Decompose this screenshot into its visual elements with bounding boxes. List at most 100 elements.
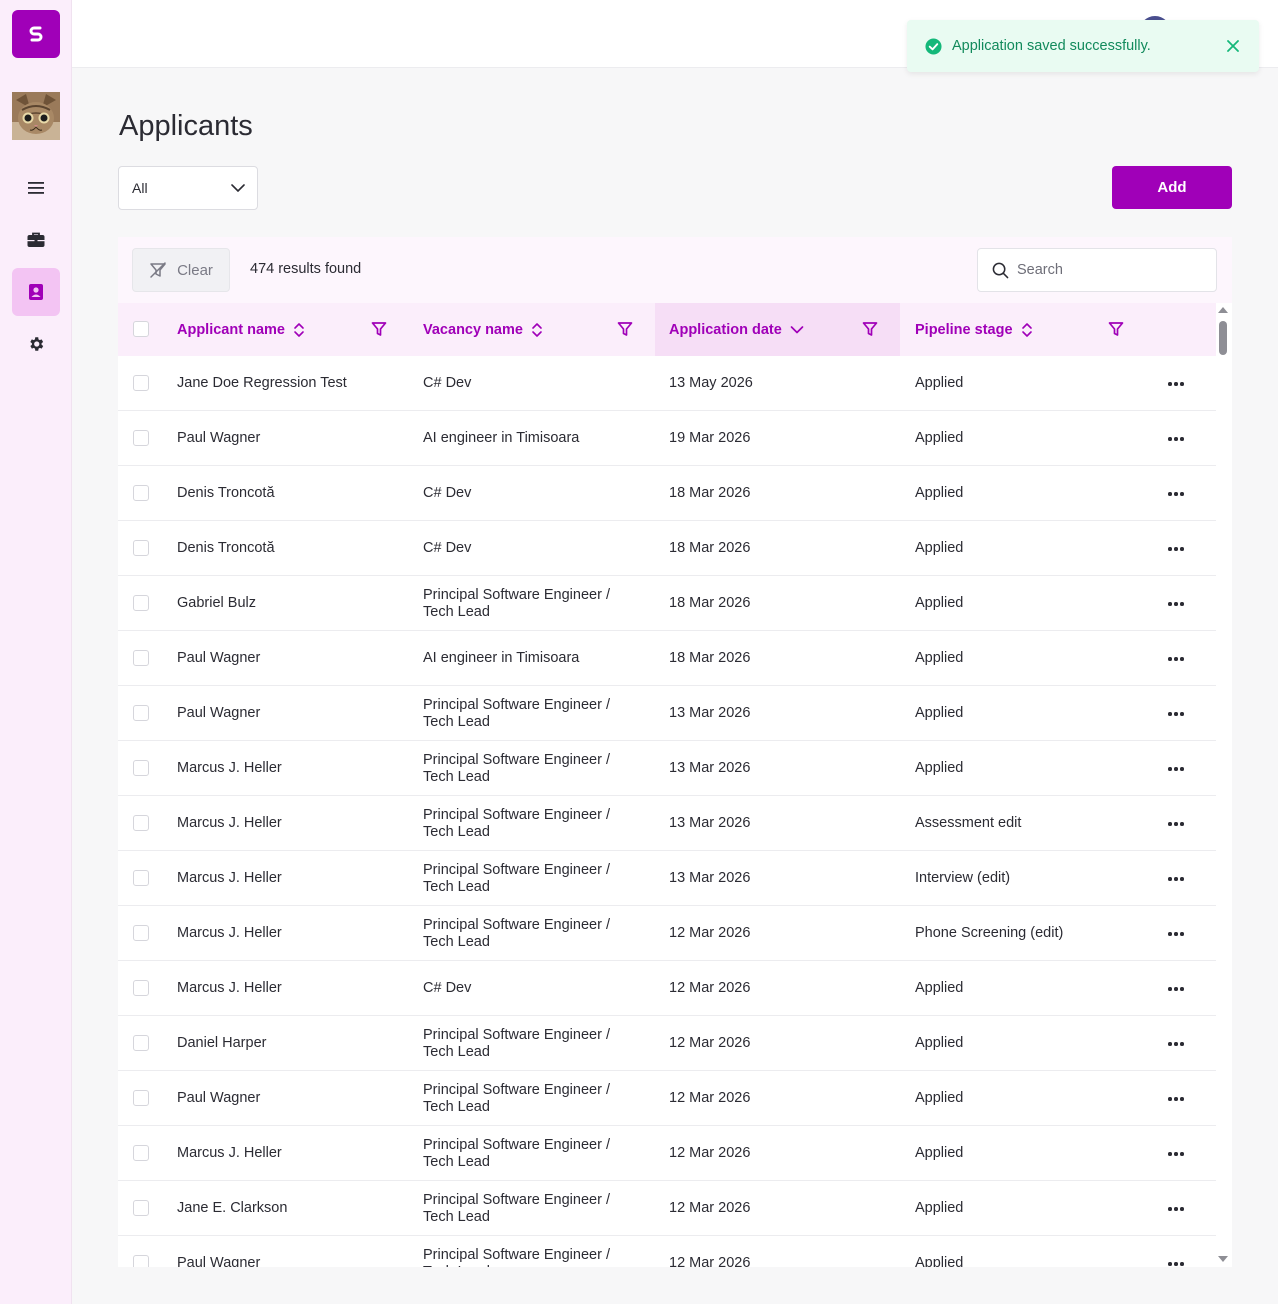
more-dot <box>1180 877 1184 881</box>
applicant-name-cell: Paul Wagner <box>177 705 261 722</box>
column-vacancy-name[interactable]: Vacancy name <box>423 303 669 356</box>
row-actions-more-icon[interactable] <box>1168 657 1184 661</box>
row-actions-more-icon[interactable] <box>1168 602 1184 606</box>
nav-vacancies[interactable] <box>12 216 60 264</box>
row-checkbox[interactable] <box>133 650 149 666</box>
table-row[interactable]: Paul Wagner AI engineer in Timisoara 18 Ma… <box>118 631 1216 686</box>
more-dot <box>1168 382 1172 386</box>
more-dot <box>1174 1097 1178 1101</box>
more-dot <box>1180 932 1184 936</box>
column-application-date[interactable]: Application date <box>655 303 900 356</box>
row-checkbox[interactable] <box>133 485 149 501</box>
row-checkbox[interactable] <box>133 1145 149 1161</box>
sort-icon[interactable] <box>531 321 543 339</box>
table-row[interactable]: Paul Wagner Principal Software Engineer /… <box>118 1236 1216 1267</box>
row-checkbox[interactable] <box>133 705 149 721</box>
table-row[interactable]: Paul Wagner Principal Software Engineer /… <box>118 1071 1216 1126</box>
row-checkbox[interactable] <box>133 595 149 611</box>
row-checkbox[interactable] <box>133 1035 149 1051</box>
row-actions-more-icon[interactable] <box>1168 987 1184 991</box>
vacancy-line: C# Dev <box>423 375 472 392</box>
row-actions-more-icon[interactable] <box>1168 437 1184 441</box>
sort-desc-icon[interactable] <box>790 325 804 335</box>
toast-close-button[interactable] <box>1225 38 1241 54</box>
row-actions-more-icon[interactable] <box>1168 767 1184 771</box>
sort-icon[interactable] <box>1021 321 1033 339</box>
app-logo[interactable] <box>12 10 60 58</box>
table-row[interactable]: Marcus J. Heller C# Dev 12 Mar 2026 Applied <box>118 961 1216 1016</box>
search-box[interactable] <box>977 248 1217 292</box>
row-actions-more-icon[interactable] <box>1168 822 1184 826</box>
row-checkbox[interactable] <box>133 760 149 776</box>
table-row[interactable]: Marcus J. Heller Principal Software Engin… <box>118 1126 1216 1181</box>
row-actions-more-icon[interactable] <box>1168 932 1184 936</box>
row-checkbox[interactable] <box>133 430 149 446</box>
sort-icon[interactable] <box>293 321 305 339</box>
row-actions-more-icon[interactable] <box>1168 1207 1184 1211</box>
user-avatar[interactable] <box>12 92 60 140</box>
more-dot <box>1180 437 1184 441</box>
filter-icon[interactable] <box>862 321 878 337</box>
row-checkbox[interactable] <box>133 375 149 391</box>
row-checkbox[interactable] <box>133 870 149 886</box>
table-row[interactable]: Marcus J. Heller Principal Software Engin… <box>118 851 1216 906</box>
table-row[interactable]: Jane E. Clarkson Principal Software Engin… <box>118 1181 1216 1236</box>
nav-applicants[interactable] <box>12 268 60 316</box>
row-checkbox[interactable] <box>133 980 149 996</box>
scroll-down-arrow-icon[interactable] <box>1217 1254 1229 1264</box>
table-row[interactable]: Paul Wagner AI engineer in Timisoara 19 Ma… <box>118 411 1216 466</box>
applicant-name-cell: Paul Wagner <box>177 650 261 667</box>
row-actions-more-icon[interactable] <box>1168 877 1184 881</box>
more-dot <box>1180 547 1184 551</box>
more-dot <box>1180 987 1184 991</box>
more-dot <box>1168 767 1172 771</box>
row-checkbox[interactable] <box>133 1090 149 1106</box>
row-actions-more-icon[interactable] <box>1168 382 1184 386</box>
more-dot <box>1174 822 1178 826</box>
row-actions-more-icon[interactable] <box>1168 712 1184 716</box>
nav-menu[interactable] <box>12 164 60 212</box>
search-input[interactable] <box>1017 262 1197 278</box>
row-checkbox[interactable] <box>133 815 149 831</box>
column-applicant-name[interactable]: Applicant name <box>177 303 423 356</box>
scrollbar-thumb[interactable] <box>1219 321 1227 355</box>
row-actions-more-icon[interactable] <box>1168 547 1184 551</box>
vacancy-line: Principal Software Engineer / <box>423 917 610 933</box>
row-checkbox[interactable] <box>133 1255 149 1267</box>
filter-icon[interactable] <box>1108 321 1124 337</box>
table-row[interactable]: Marcus J. Heller Principal Software Engin… <box>118 906 1216 961</box>
select-all-checkbox[interactable] <box>133 321 149 337</box>
pipeline-stage-cell: Phone Screening (edit) <box>915 925 1064 942</box>
row-actions-more-icon[interactable] <box>1168 1152 1184 1156</box>
vacancy-name-cell: Principal Software Engineer /Tech Lead <box>423 576 653 631</box>
filter-icon[interactable] <box>371 321 387 337</box>
row-actions-more-icon[interactable] <box>1168 1262 1184 1266</box>
row-actions-more-icon[interactable] <box>1168 1042 1184 1046</box>
applicant-name-cell: Marcus J. Heller <box>177 870 282 887</box>
vacancy-line: C# Dev <box>423 980 472 997</box>
row-checkbox[interactable] <box>133 925 149 941</box>
more-dot <box>1174 1152 1178 1156</box>
scroll-up-arrow-icon[interactable] <box>1217 305 1229 315</box>
table-row[interactable]: Daniel Harper Principal Software Engineer… <box>118 1016 1216 1071</box>
table-row[interactable]: Marcus J. Heller Principal Software Engin… <box>118 741 1216 796</box>
table-row[interactable]: Denis Troncotă C# Dev 18 Mar 2026 Applied <box>118 521 1216 576</box>
row-actions-more-icon[interactable] <box>1168 492 1184 496</box>
row-actions-more-icon[interactable] <box>1168 1097 1184 1101</box>
row-checkbox[interactable] <box>133 1200 149 1216</box>
table-row[interactable]: Denis Troncotă C# Dev 18 Mar 2026 Applied <box>118 466 1216 521</box>
pipeline-stage-cell: Applied <box>915 1090 964 1107</box>
table-row[interactable]: Jane Doe Regression Test C# Dev 13 May 202… <box>118 356 1216 411</box>
table-row[interactable]: Paul Wagner Principal Software Engineer /… <box>118 686 1216 741</box>
status-filter-select[interactable]: All <box>118 166 258 210</box>
filter-icon[interactable] <box>617 321 633 337</box>
applicant-name-cell: Marcus J. Heller <box>177 925 282 942</box>
table-row[interactable]: Marcus J. Heller Principal Software Engin… <box>118 796 1216 851</box>
table-row[interactable]: Gabriel Bulz Principal Software Engineer … <box>118 576 1216 631</box>
column-pipeline-stage[interactable]: Pipeline stage <box>915 303 1161 356</box>
clear-filters-button[interactable]: Clear <box>132 248 230 292</box>
nav-settings[interactable] <box>12 320 60 368</box>
add-button[interactable]: Add <box>1112 166 1232 209</box>
row-checkbox[interactable] <box>133 540 149 556</box>
application-date-cell: 18 Mar 2026 <box>669 485 751 502</box>
